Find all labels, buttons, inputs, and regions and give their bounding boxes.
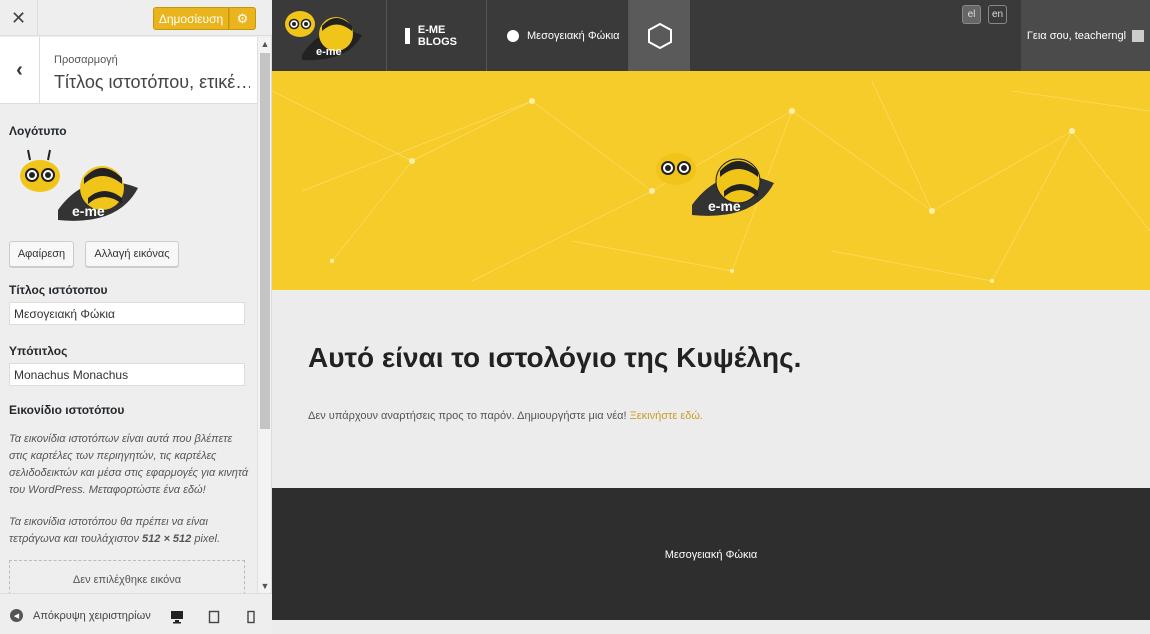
- hexagon-menu-button[interactable]: [629, 0, 690, 71]
- customizer-sidebar: ✕ Δημοσίευση ⚙ ‹ Προσαρμογή Τίτλος ιστοτ…: [0, 0, 272, 634]
- language-en[interactable]: en: [988, 5, 1007, 24]
- e-me-blogs-link[interactable]: E-ME BLOGS: [387, 0, 487, 71]
- customizer-panel: Λογότυπο e-me Αφαίρεση Αλλαγή εικόνας Τί…: [0, 104, 257, 593]
- site-logo[interactable]: e-me: [272, 0, 387, 71]
- site-icon-label: Εικονίδιο ιστοτόπου: [9, 403, 125, 417]
- sidebar-scrollbar[interactable]: ▲ ▼: [257, 37, 271, 593]
- scroll-up-icon[interactable]: ▲: [258, 37, 272, 51]
- main-content: Αυτό είναι το ιστολόγιο της Κυψέλης. Δεν…: [272, 290, 1150, 488]
- site-preview: e-me E-ME BLOGS Μεσογειακή Φώκια el en Γ…: [272, 0, 1150, 634]
- user-avatar-icon: [1132, 29, 1145, 42]
- start-here-link[interactable]: Ξεκινήστε εδώ.: [630, 410, 703, 422]
- hero-banner: e-me: [272, 71, 1150, 290]
- mobile-preview-icon[interactable]: [244, 610, 258, 624]
- page-headline: Αυτό είναι το ιστολόγιο της Κυψέλης.: [308, 342, 802, 373]
- logo-label: Λογότυπο: [9, 124, 67, 138]
- language-el[interactable]: el: [962, 5, 981, 24]
- size-note-size: 512 × 512: [142, 533, 192, 545]
- site-icon-size-note: Τα εικονίδια ιστοτόπου θα πρέπει να είνα…: [9, 514, 249, 548]
- top-navbar: e-me E-ME BLOGS Μεσογειακή Φώκια el en Γ…: [272, 0, 1150, 71]
- desktop-preview-icon[interactable]: [170, 610, 184, 624]
- tagline-input[interactable]: [9, 363, 245, 386]
- gear-icon[interactable]: ⚙: [229, 7, 256, 30]
- size-note-suffix: pixel.: [191, 533, 221, 545]
- e-me-blogs-label: E-ME BLOGS: [417, 23, 458, 48]
- site-name-label: Μεσογειακή Φώκια: [527, 29, 620, 42]
- change-image-button[interactable]: Αλλαγή εικόνας: [85, 241, 179, 267]
- hide-controls-label: Απόκρυψη χειριστηρίων: [33, 609, 151, 622]
- section-title: Τίτλος ιστοτόπου, ετικέ…: [54, 72, 250, 92]
- customizer-header: ✕ Δημοσίευση ⚙: [0, 0, 272, 36]
- logo-image[interactable]: e-me: [18, 148, 140, 226]
- breadcrumb: Προσαρμογή: [54, 54, 118, 66]
- hero-logo-wordmark: e-me: [708, 198, 741, 214]
- collapse-icon: ◀: [10, 609, 23, 622]
- footer-site-name: Μεσογειακή Φώκια: [664, 549, 758, 561]
- remove-logo-button[interactable]: Αφαίρεση: [9, 241, 74, 267]
- navbar-logo-wordmark: e-me: [316, 46, 342, 58]
- scroll-thumb[interactable]: [260, 53, 270, 429]
- bottom-strip: [272, 620, 1150, 634]
- site-name-link[interactable]: Μεσογειακή Φώκια: [487, 0, 629, 71]
- back-icon[interactable]: ‹: [0, 37, 40, 104]
- customizer-footer: ◀ Απόκρυψη χειριστηρίων: [0, 593, 272, 634]
- tablet-preview-icon[interactable]: [207, 610, 221, 624]
- no-posts-message: Δεν υπάρχουν αναρτήσεις προς το παρόν. Δ…: [308, 410, 703, 422]
- user-greeting[interactable]: Γεια σου, teacherngl: [1021, 0, 1150, 71]
- close-icon[interactable]: ✕: [0, 0, 38, 36]
- hide-controls-button[interactable]: ◀ Απόκρυψη χειριστηρίων: [10, 609, 151, 622]
- greeting-label: Γεια σου, teacherngl: [1026, 29, 1127, 42]
- scroll-down-icon[interactable]: ▼: [258, 579, 272, 593]
- pencil-icon: [405, 27, 410, 44]
- publish-button[interactable]: Δημοσίευση: [153, 7, 229, 30]
- site-title-input[interactable]: [9, 302, 245, 325]
- no-posts-text: Δεν υπάρχουν αναρτήσεις προς το παρόν. Δ…: [308, 410, 630, 422]
- site-title-label: Τίτλος ιστότοπου: [9, 283, 108, 297]
- site-footer: Μεσογειακή Φώκια: [272, 488, 1150, 620]
- site-icon-dropzone[interactable]: Δεν επιλέχθηκε εικόνα: [9, 560, 245, 593]
- hero-logo: e-me: [652, 141, 777, 221]
- dashboard-icon: [507, 29, 519, 42]
- logo-wordmark: e-me: [72, 203, 105, 219]
- tagline-label: Υπότιτλος: [9, 344, 68, 358]
- site-icon-description: Τα εικονίδια ιστοτόπων είναι αυτά που βλ…: [9, 433, 249, 496]
- section-header: ‹ Προσαρμογή Τίτλος ιστοτόπου, ετικέ…: [0, 37, 257, 104]
